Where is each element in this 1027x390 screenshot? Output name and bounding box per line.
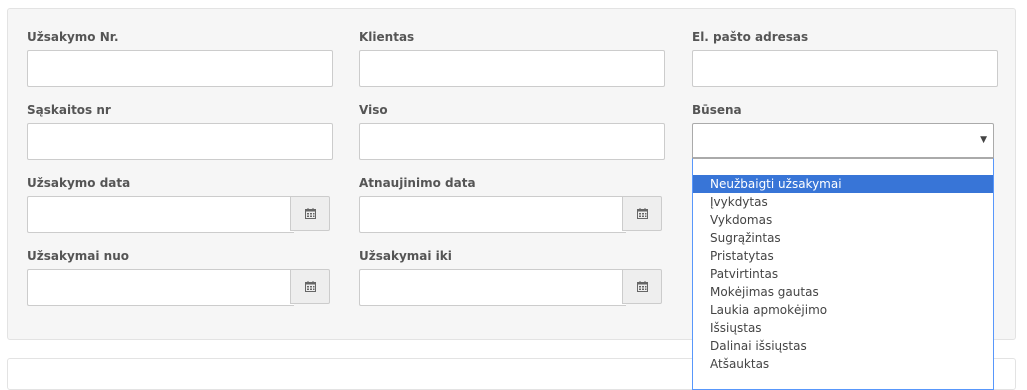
status-option[interactable]: Pristatytas	[693, 247, 993, 265]
client-input[interactable]	[359, 50, 665, 87]
status-label: Būsena	[692, 103, 742, 117]
order-no-field: Užsakymo Nr.	[27, 29, 333, 87]
email-field: El. pašto adresas	[692, 29, 998, 87]
calendar-icon	[636, 281, 648, 292]
orders-to-field: Užsakymai iki	[359, 248, 662, 306]
status-option[interactable]: Atšauktas	[693, 355, 993, 373]
invoice-no-field: Sąskaitos nr	[27, 102, 333, 160]
order-date-input[interactable]	[27, 196, 294, 233]
update-date-label: Atnaujinimo data	[359, 176, 476, 190]
orders-to-label: Užsakymai iki	[359, 249, 452, 263]
update-date-picker-button[interactable]	[622, 196, 662, 231]
triangle-down-icon: ▼	[980, 135, 987, 145]
email-label: El. pašto adresas	[692, 30, 809, 44]
client-field: Klientas	[359, 29, 665, 87]
order-no-input[interactable]	[27, 50, 333, 87]
status-option[interactable]: Įvykdytas	[693, 193, 993, 211]
calendar-icon	[304, 281, 316, 292]
order-date-picker-button[interactable]	[290, 196, 330, 231]
orders-from-field: Užsakymai nuo	[27, 248, 330, 306]
update-date-field: Atnaujinimo data	[359, 175, 662, 233]
order-no-label: Užsakymo Nr.	[27, 30, 119, 44]
orders-to-picker-button[interactable]	[622, 269, 662, 304]
invoice-no-label: Sąskaitos nr	[27, 103, 111, 117]
status-option[interactable]: Patvirtintas	[693, 265, 993, 283]
status-dropdown: Neužbaigti užsakymai Įvykdytas Vykdomas Sug…	[692, 158, 994, 390]
status-option[interactable]: Sugrąžintas	[693, 229, 993, 247]
status-option[interactable]: Laukia apmokėjimo	[693, 301, 993, 319]
orders-from-picker-button[interactable]	[290, 269, 330, 304]
status-option[interactable]: Mokėjimas gautas	[693, 283, 993, 301]
update-date-input[interactable]	[359, 196, 626, 233]
calendar-icon	[304, 208, 316, 219]
status-dropdown-search[interactable]	[696, 162, 992, 176]
total-label: Viso	[359, 103, 388, 117]
orders-from-label: Užsakymai nuo	[27, 249, 129, 263]
status-option[interactable]: Vykdomas	[693, 211, 993, 229]
client-label: Klientas	[359, 30, 415, 44]
orders-to-input[interactable]	[359, 269, 626, 306]
order-date-field: Užsakymo data	[27, 175, 330, 233]
status-options-list: Neužbaigti užsakymai Įvykdytas Vykdomas Sug…	[693, 175, 993, 373]
invoice-no-input[interactable]	[27, 123, 333, 160]
order-date-label: Užsakymo data	[27, 176, 131, 190]
status-select[interactable]: ▼	[692, 123, 994, 158]
orders-from-input[interactable]	[27, 269, 294, 306]
calendar-icon	[636, 208, 648, 219]
status-option[interactable]: Išsiųstas	[693, 319, 993, 337]
status-option[interactable]: Neužbaigti užsakymai	[693, 175, 993, 193]
total-input[interactable]	[359, 123, 665, 160]
status-option[interactable]: Dalinai išsiųstas	[693, 337, 993, 355]
status-field: Būsena ▼	[692, 102, 994, 158]
total-field: Viso	[359, 102, 665, 160]
email-input[interactable]	[692, 50, 998, 87]
